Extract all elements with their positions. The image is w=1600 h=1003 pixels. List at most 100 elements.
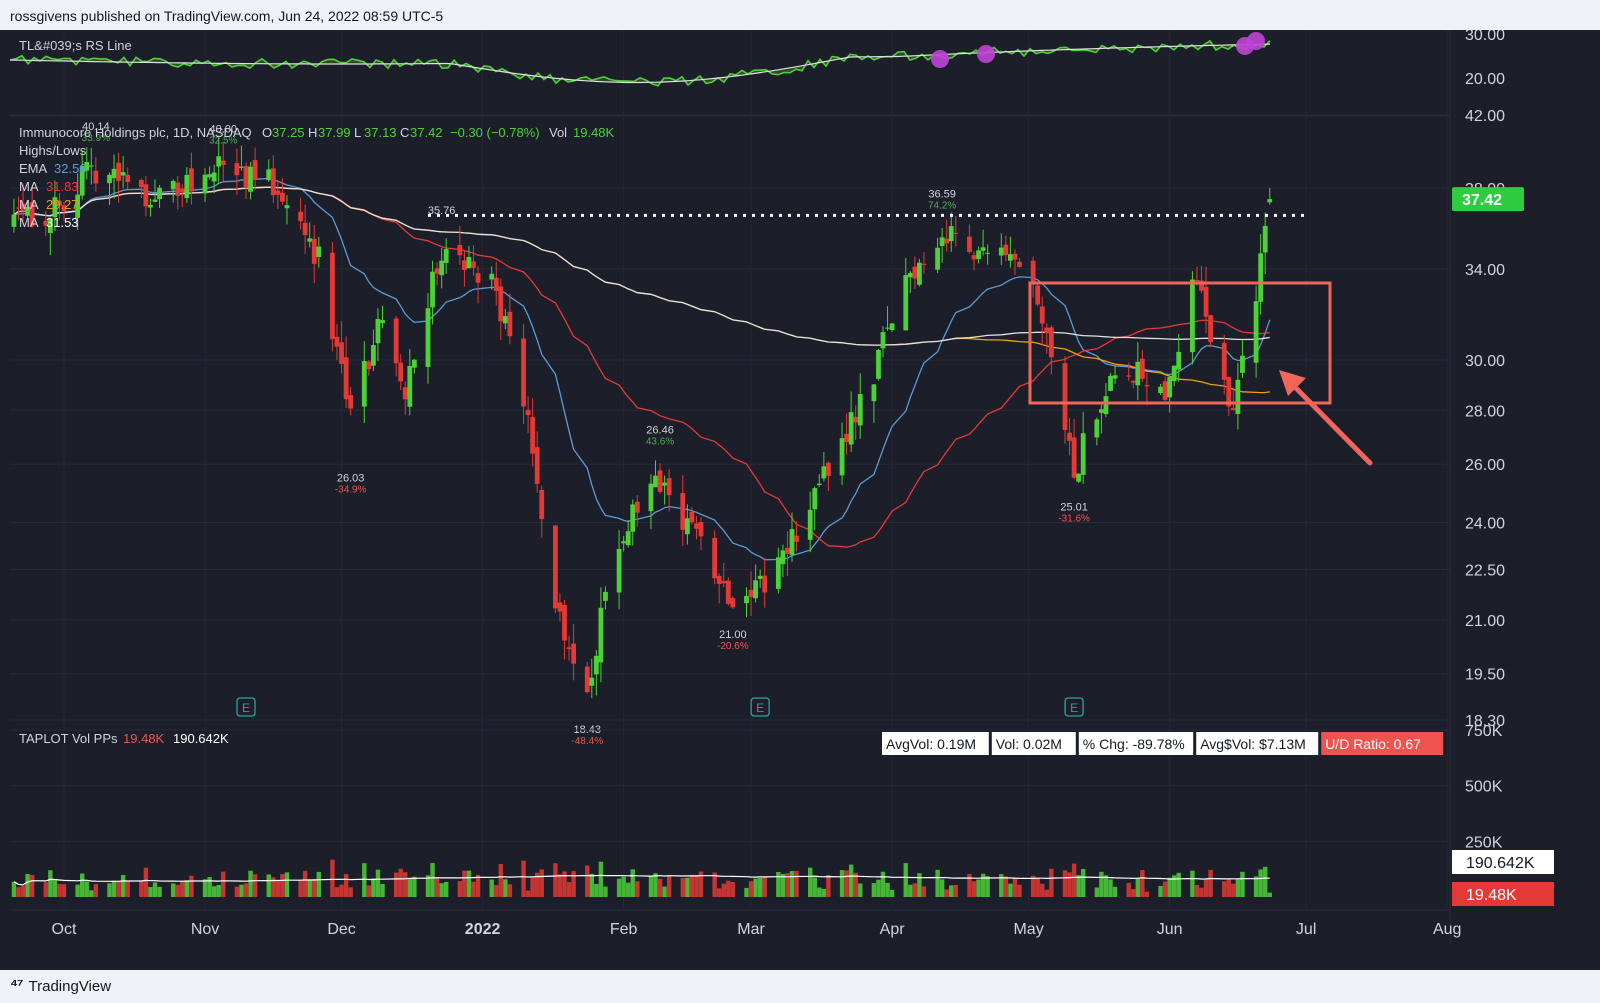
time-axis-label: Apr <box>880 921 906 938</box>
ohlc-value: 37.13 <box>364 125 397 140</box>
volume-bar <box>221 871 226 897</box>
volume-stat-badge: % Chg: -89.78% <box>1078 732 1194 755</box>
candle <box>270 155 276 203</box>
volume-bar <box>444 881 449 897</box>
candle <box>848 391 854 452</box>
volume-bar <box>1067 872 1072 897</box>
candle-body <box>398 362 404 382</box>
candle-body <box>111 168 117 179</box>
candle <box>657 463 663 494</box>
time-axis-label: Oct <box>52 921 77 938</box>
candle <box>630 499 636 546</box>
candle <box>239 145 244 171</box>
candle <box>1190 271 1195 365</box>
candle-body <box>616 548 622 593</box>
volume-bar <box>398 868 403 897</box>
candle <box>907 270 913 294</box>
candle-body <box>498 286 504 322</box>
volume-bar <box>280 874 285 897</box>
candle-body <box>371 345 376 366</box>
candle <box>475 266 481 304</box>
volume-bar <box>753 878 758 897</box>
candle <box>502 308 508 330</box>
candle <box>120 156 126 188</box>
volume-bar <box>1135 877 1140 897</box>
volume-bar <box>717 888 722 897</box>
candle-body <box>1108 375 1113 391</box>
volume-bar <box>116 881 121 897</box>
candle <box>980 229 986 256</box>
candle-body <box>1221 342 1227 380</box>
volume-bar <box>57 883 62 897</box>
candle <box>307 222 313 248</box>
ma-200-line <box>13 186 1270 346</box>
volume-bar <box>339 884 344 897</box>
volume-bar <box>362 863 367 897</box>
chart-svg[interactable]: 42.0038.0034.0030.0028.0026.0024.0022.50… <box>0 27 1600 970</box>
earnings-marker-label: E <box>1070 701 1078 715</box>
volume-bar <box>462 870 467 897</box>
candle-body <box>1162 381 1168 400</box>
rs-label: TL&#039;s RS Line <box>19 38 132 53</box>
volume-stat-text: % Chg: -89.78% <box>1083 736 1185 752</box>
candle-body <box>393 318 399 364</box>
volume-bar <box>507 884 513 897</box>
candle <box>1235 362 1241 430</box>
volume-bar <box>412 876 417 897</box>
candle-body <box>666 478 672 496</box>
candle-body <box>402 387 408 400</box>
legend-name: EMA <box>19 161 48 176</box>
volume-bar <box>657 878 663 897</box>
volume-bar <box>243 883 249 897</box>
ohlc-label: L <box>354 125 361 140</box>
candle-body <box>826 462 831 476</box>
annotation-pct: -48.4% <box>571 736 603 747</box>
volume-bar <box>971 881 977 897</box>
volume-bar <box>494 885 499 897</box>
candle-body <box>1044 327 1050 334</box>
volume-bar <box>680 878 685 897</box>
candle <box>553 525 558 614</box>
chart-area[interactable]: 42.0038.0034.0030.0028.0026.0024.0022.50… <box>0 27 1600 970</box>
candle <box>380 305 385 329</box>
candle-body <box>1003 244 1009 256</box>
candle-body <box>998 247 1004 256</box>
volume-bar <box>1263 866 1268 897</box>
candle-body <box>721 580 727 584</box>
candle-body <box>407 365 413 407</box>
candle <box>971 251 977 271</box>
candle <box>1044 323 1050 354</box>
volume-bar <box>944 889 949 897</box>
price-axis-label: 30.00 <box>1465 353 1505 370</box>
volume-bar <box>539 869 544 897</box>
candle <box>407 348 413 416</box>
candle-body <box>107 174 112 184</box>
candle <box>425 293 431 384</box>
candle <box>1076 473 1082 484</box>
volume-bar <box>11 881 17 897</box>
volume-bar <box>976 879 981 897</box>
candle <box>721 562 727 588</box>
volume-bar <box>621 876 626 897</box>
candle <box>1094 417 1100 446</box>
candle <box>912 256 918 289</box>
candle-body <box>361 361 367 407</box>
candle <box>1108 372 1113 392</box>
volume-bar <box>16 887 21 897</box>
volume-bar <box>794 870 799 897</box>
ohlc-vol-label: Vol <box>549 125 567 140</box>
candle <box>876 348 881 381</box>
volume-bar <box>912 883 918 897</box>
candle <box>243 162 249 200</box>
volume-bar <box>653 873 658 897</box>
volume-bar <box>366 885 372 897</box>
candle <box>826 461 831 492</box>
candle <box>371 329 376 372</box>
volume-bar <box>748 881 754 897</box>
candle <box>498 278 504 341</box>
volume-bar <box>1167 877 1172 897</box>
volume-bar <box>980 873 986 897</box>
volume-bar <box>808 867 813 897</box>
candle-body <box>657 470 663 492</box>
candle <box>1067 417 1072 456</box>
